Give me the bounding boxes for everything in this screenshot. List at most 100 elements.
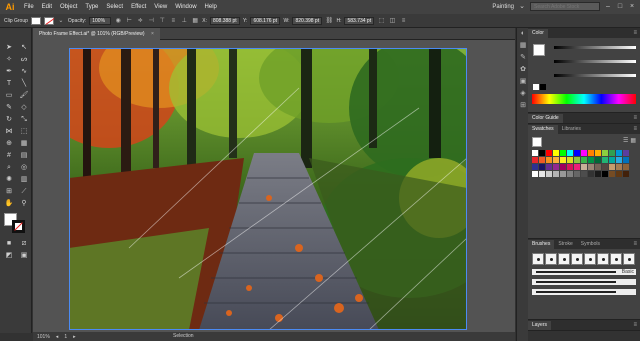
swatch-item[interactable] xyxy=(581,171,587,177)
brush-item[interactable] xyxy=(532,253,544,265)
w-field[interactable]: 820.398 pt xyxy=(292,16,323,25)
swatch-item[interactable] xyxy=(595,150,601,156)
list-view-icon[interactable]: ☰ xyxy=(623,137,628,147)
tab-color-guide[interactable]: Color Guide xyxy=(528,114,563,123)
swatch-item[interactable] xyxy=(609,150,615,156)
menu-object[interactable]: Object xyxy=(56,4,81,10)
align-right-icon[interactable]: ⊣ xyxy=(147,17,155,25)
fill-stroke-widget[interactable] xyxy=(4,213,28,235)
swatch-item[interactable] xyxy=(616,150,622,156)
artboard-prev-icon[interactable]: ◂ xyxy=(56,334,59,340)
brush-item[interactable] xyxy=(623,253,635,265)
swatch-item[interactable] xyxy=(616,164,622,170)
swatch-item[interactable] xyxy=(602,164,608,170)
brush-item[interactable] xyxy=(545,253,557,265)
reference-point-icon[interactable]: ▦ xyxy=(191,17,199,25)
layers-panel-icon[interactable]: ◈ xyxy=(518,88,528,100)
align-top-icon[interactable]: ⊤ xyxy=(158,17,166,25)
swatch-item[interactable] xyxy=(567,150,573,156)
swatch-item[interactable] xyxy=(546,171,552,177)
stroke-swatch[interactable] xyxy=(43,16,54,25)
pen-tool-icon[interactable]: ✒ xyxy=(2,66,16,77)
menu-window[interactable]: Window xyxy=(171,4,200,10)
swatch-item[interactable] xyxy=(616,171,622,177)
swatch-item[interactable] xyxy=(588,150,594,156)
color-slider-3[interactable] xyxy=(554,74,636,77)
fill-swatch[interactable] xyxy=(532,137,542,147)
slice-tool-icon[interactable]: ⟋ xyxy=(17,186,31,197)
artboard-number[interactable]: 1 xyxy=(64,334,67,340)
opacity-field[interactable]: 100% xyxy=(89,16,112,25)
swatch-item[interactable] xyxy=(574,164,580,170)
chevron-down-icon[interactable]: ⌄ xyxy=(518,3,526,11)
swatch-item[interactable] xyxy=(609,164,615,170)
tab-layers[interactable]: Layers xyxy=(528,321,552,330)
swatch-item[interactable] xyxy=(532,150,538,156)
brush-item[interactable] xyxy=(610,253,622,265)
perspective-grid-tool-icon[interactable]: ▦ xyxy=(17,138,31,149)
swatch-item[interactable] xyxy=(539,171,545,177)
swatch-item[interactable] xyxy=(532,164,538,170)
swatch-item[interactable] xyxy=(595,157,601,163)
panel-menu-icon[interactable]: ≡ xyxy=(633,114,640,123)
selection-tool-icon[interactable]: ➤ xyxy=(2,42,16,53)
isolate-icon[interactable]: ◫ xyxy=(388,17,396,25)
swatch-item[interactable] xyxy=(553,171,559,177)
black-swatch[interactable] xyxy=(540,84,546,90)
brush-item[interactable]: Basic xyxy=(532,269,636,275)
align-left-icon[interactable]: ⊢ xyxy=(125,17,133,25)
swatch-item[interactable] xyxy=(532,171,538,177)
panel-menu-icon[interactable]: ≡ xyxy=(633,240,640,249)
swatch-item[interactable] xyxy=(546,157,552,163)
recolor-artwork-icon[interactable]: ◉ xyxy=(114,17,122,25)
brush-item[interactable] xyxy=(571,253,583,265)
swatches-panel-icon[interactable]: ▦ xyxy=(518,40,528,52)
swatch-item[interactable] xyxy=(560,171,566,177)
swatch-item[interactable] xyxy=(623,171,629,177)
shape-builder-tool-icon[interactable]: ⊕ xyxy=(2,138,16,149)
align-center-icon[interactable]: ≑ xyxy=(136,17,144,25)
swatch-item[interactable] xyxy=(574,150,580,156)
menu-type[interactable]: Type xyxy=(81,4,102,10)
symbol-sprayer-tool-icon[interactable]: ✺ xyxy=(2,174,16,185)
none-swatch[interactable] xyxy=(533,84,539,90)
menu-edit[interactable]: Edit xyxy=(38,4,56,10)
canvas-area[interactable] xyxy=(33,40,515,332)
swatch-item[interactable] xyxy=(539,164,545,170)
search-adobe-stock-input[interactable] xyxy=(530,2,600,11)
swatch-item[interactable] xyxy=(602,150,608,156)
brush-item[interactable] xyxy=(597,253,609,265)
close-icon[interactable]: × xyxy=(628,3,636,11)
column-graph-tool-icon[interactable]: ▥ xyxy=(17,174,31,185)
swatch-item[interactable] xyxy=(567,171,573,177)
line-tool-icon[interactable]: ╲ xyxy=(17,78,31,89)
panel-menu-icon[interactable]: ≡ xyxy=(399,17,407,25)
artboard-next-icon[interactable]: ▸ xyxy=(73,334,76,340)
brush-item[interactable] xyxy=(558,253,570,265)
minimize-icon[interactable]: – xyxy=(604,3,612,11)
swatch-item[interactable] xyxy=(588,157,594,163)
swatch-item[interactable] xyxy=(560,157,566,163)
document-tab[interactable]: Photo Frame Effect.ai* @ 101% (RGB/Previ… xyxy=(33,28,160,40)
fill-swatch[interactable] xyxy=(30,16,41,25)
panel-menu-icon[interactable]: ≡ xyxy=(633,321,640,330)
blend-tool-icon[interactable]: ◎ xyxy=(17,162,31,173)
eraser-tool-icon[interactable]: ◇ xyxy=(17,102,31,113)
swatch-item[interactable] xyxy=(581,157,587,163)
scale-tool-icon[interactable]: ⤡ xyxy=(17,114,31,125)
swatch-item[interactable] xyxy=(609,171,615,177)
brush-item[interactable] xyxy=(584,253,596,265)
close-icon[interactable]: × xyxy=(151,31,154,37)
gradient-tool-icon[interactable]: ▤ xyxy=(17,150,31,161)
swatch-item[interactable] xyxy=(581,164,587,170)
swatch-item[interactable] xyxy=(581,150,587,156)
menu-effect[interactable]: Effect xyxy=(127,4,150,10)
width-tool-icon[interactable]: ⋈ xyxy=(2,126,16,137)
artboards-panel-icon[interactable]: ⊞ xyxy=(518,100,528,112)
lasso-tool-icon[interactable]: ᔕ xyxy=(17,54,31,65)
color-slider-2[interactable] xyxy=(554,60,636,63)
swatch-item[interactable] xyxy=(595,171,601,177)
chevron-down-icon[interactable]: ⌄ xyxy=(57,17,65,25)
panel-menu-icon[interactable]: ≡ xyxy=(633,29,640,38)
mesh-tool-icon[interactable]: # xyxy=(2,150,16,161)
